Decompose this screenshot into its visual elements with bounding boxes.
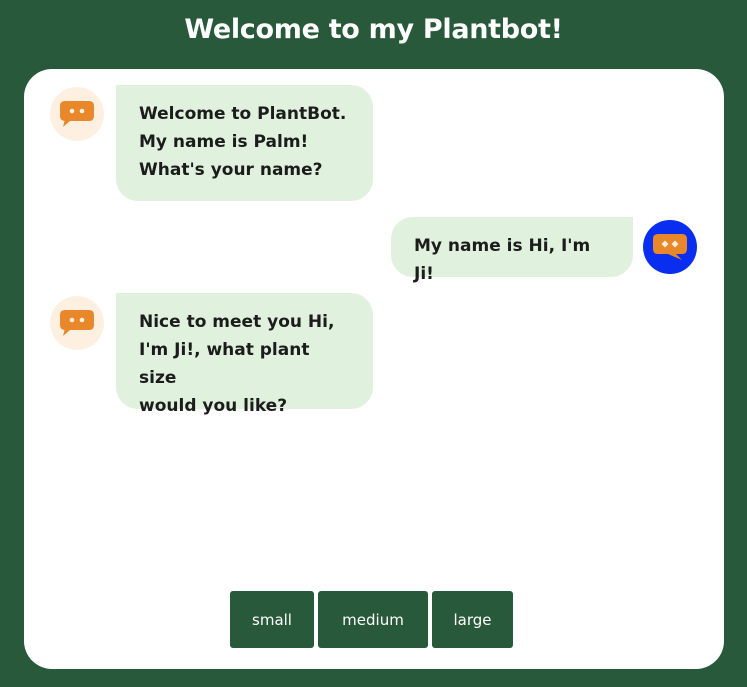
chat-user-icon (653, 234, 687, 260)
chat-panel: Welcome to PlantBot. My name is Palm! Wh… (24, 69, 724, 669)
medium-option-button[interactable]: medium (318, 591, 428, 648)
message-line: Nice to meet you Hi, (139, 312, 335, 332)
message-line: My name is Hi, I'm Ji! (414, 236, 591, 284)
message-line: What's your name? (139, 160, 323, 180)
bot-message-bubble: Welcome to PlantBot. My name is Palm! Wh… (116, 85, 373, 201)
bot-avatar (50, 296, 104, 350)
bot-avatar (50, 87, 104, 141)
message-line: Welcome to PlantBot. (139, 104, 347, 124)
user-avatar (643, 220, 697, 274)
bot-message-bubble: Nice to meet you Hi, I'm Ji!, what plant… (116, 293, 373, 416)
message-line: I'm Ji!, what plant size (139, 340, 310, 388)
page-title: Welcome to my Plantbot! (184, 14, 563, 45)
chat-bot-icon (60, 310, 94, 336)
user-message-bubble: My name is Hi, I'm Ji! (391, 217, 633, 284)
plantbot-page: Welcome to my Plantbot! Welcome to Plant… (0, 0, 747, 687)
message-line: My name is Palm! (139, 132, 309, 152)
chat-bot-icon (60, 101, 94, 127)
small-option-button[interactable]: small (230, 591, 314, 648)
large-option-button[interactable]: large (432, 591, 513, 648)
message-line: would you like? (139, 396, 288, 416)
